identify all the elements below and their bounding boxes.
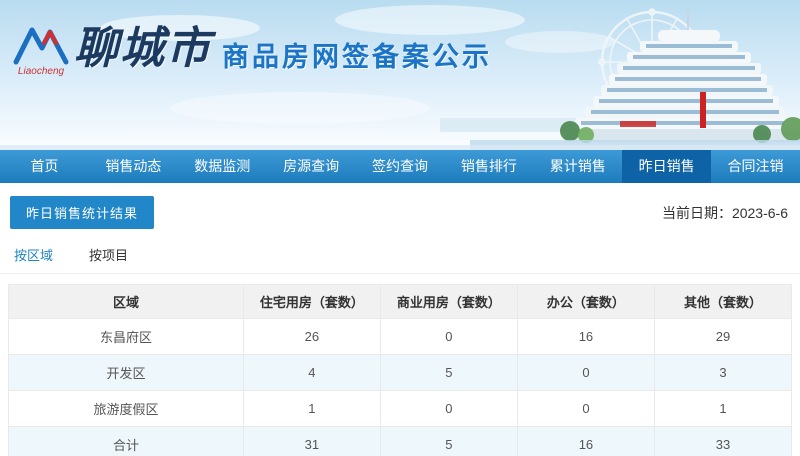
table-cell: 5 <box>379 354 518 391</box>
tab-by-region[interactable]: 按区域 <box>14 245 53 264</box>
table-cell: 0 <box>516 390 655 427</box>
table-row: 东昌府区 26 0 16 29 <box>8 318 793 355</box>
table-cell: 33 <box>653 426 793 456</box>
table-cell: 旅游度假区 <box>8 390 244 427</box>
tab-by-project[interactable]: 按项目 <box>89 245 128 264</box>
table-cell: 1 <box>242 390 381 427</box>
main-nav: 首页 销售动态 数据监测 房源查询 签约查询 销售排行 累计销售 昨日销售 合同注销 <box>0 150 800 183</box>
sales-statistics-table: 区域 住宅用房（套数） 商业用房（套数） 办公（套数） 其他（套数） 东昌府区 26 0 16… <box>8 284 793 456</box>
nav-item-1[interactable]: 销售动态 <box>89 150 178 183</box>
title-row: 昨日销售统计结果 当前日期：2023-6-6 <box>0 183 800 229</box>
table-cell: 16 <box>516 318 655 355</box>
view-tabs: 按区域 按项目 <box>0 229 800 274</box>
table-cell: 开发区 <box>8 354 244 391</box>
site-logo: Liaocheng 聊城市 商品房网签备案公示 <box>12 20 492 78</box>
site-title: 商品房网签备案公示 <box>222 42 492 72</box>
table-row: 开发区 4 5 0 3 <box>8 354 793 391</box>
table-header-cell: 区域 <box>8 284 244 319</box>
nav-item-4[interactable]: 签约查询 <box>356 150 445 183</box>
table-cell: 16 <box>516 426 655 456</box>
table-cell: 合计 <box>8 426 244 456</box>
nav-item-7[interactable]: 昨日销售 <box>622 150 712 183</box>
current-date-label: 当前日期：2023-6-6 <box>661 204 788 221</box>
logo-city-name: 聊城市 <box>74 24 212 73</box>
table-header-cell: 办公（套数） <box>516 284 655 319</box>
table-cell: 1 <box>653 390 793 427</box>
nav-item-5[interactable]: 销售排行 <box>444 150 533 183</box>
logo-subtext: Liaocheng <box>18 66 65 77</box>
table-row: 合计 31 5 16 33 <box>8 426 793 456</box>
nav-item-6[interactable]: 累计销售 <box>533 150 622 183</box>
table-cell: 31 <box>242 426 381 456</box>
nav-item-3[interactable]: 房源查询 <box>267 150 356 183</box>
logo-mountain-icon: Liaocheng <box>13 27 69 77</box>
table-cell: 0 <box>516 354 655 391</box>
table-header-row: 区域 住宅用房（套数） 商业用房（套数） 办公（套数） 其他（套数） <box>8 284 793 319</box>
table-row: 旅游度假区 1 0 0 1 <box>8 390 793 427</box>
nav-item-0[interactable]: 首页 <box>0 150 89 183</box>
main-content: 昨日销售统计结果 当前日期：2023-6-6 按区域 按项目 区域 住宅用房（套数… <box>0 183 800 456</box>
table-header-cell: 商业用房（套数） <box>379 284 518 319</box>
table-cell: 0 <box>379 318 518 355</box>
nav-item-2[interactable]: 数据监测 <box>178 150 267 183</box>
table-header-cell: 住宅用房（套数） <box>242 284 381 319</box>
header-banner: Liaocheng 聊城市 商品房网签备案公示 <box>0 0 800 150</box>
table-cell: 26 <box>242 318 381 355</box>
table-cell: 3 <box>653 354 793 391</box>
section-title-badge: 昨日销售统计结果 <box>10 196 155 229</box>
table-cell: 29 <box>653 318 793 355</box>
table-cell: 东昌府区 <box>8 318 244 355</box>
table-header-cell: 其他（套数） <box>653 284 793 319</box>
table-cell: 0 <box>379 390 518 427</box>
table-cell: 4 <box>242 354 381 391</box>
table-cell: 5 <box>379 426 518 456</box>
nav-item-8[interactable]: 合同注销 <box>711 150 800 183</box>
